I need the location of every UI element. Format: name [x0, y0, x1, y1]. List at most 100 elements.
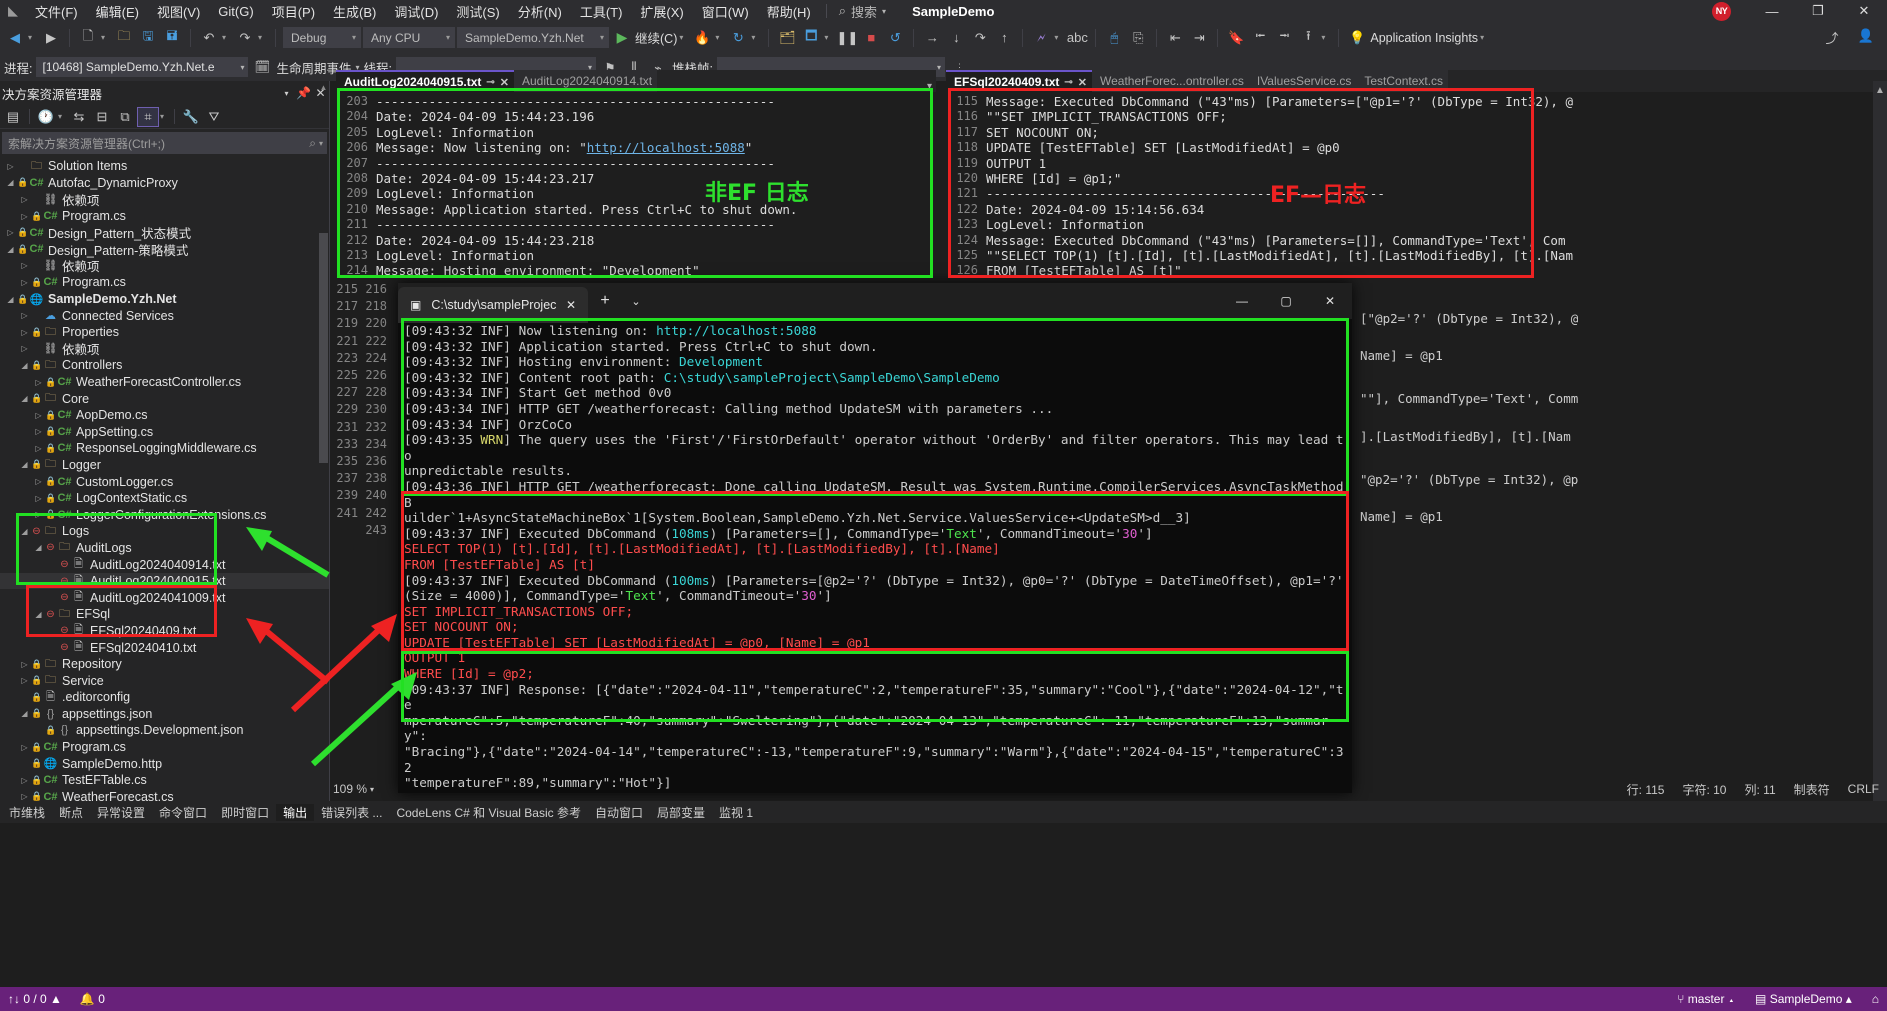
clear-bookmarks-icon[interactable]: ⭱ — [1297, 27, 1319, 49]
tree-node-[interactable]: ▷ ⛓ 依赖项 — [0, 258, 329, 274]
tree-node-service[interactable]: ▷ 🔒 🗀 Service — [0, 672, 329, 689]
tree-node-testeftable-cs[interactable]: ▷ 🔒 C# TestEFTable.cs — [0, 772, 329, 789]
menu-item-help[interactable]: 帮助(H) — [758, 0, 820, 23]
chevron-down-icon[interactable]: ▾ — [751, 33, 761, 42]
expand-arrow-icon[interactable]: ◢ — [18, 460, 31, 469]
tab-testcontext[interactable]: TestContext.cs — [1356, 70, 1449, 92]
pin-icon[interactable]: ⊸ — [1064, 77, 1072, 88]
tree-node-solution-items[interactable]: ▷ 🗀 Solution Items — [0, 158, 329, 175]
chevron-down-icon[interactable]: ▾ — [58, 112, 67, 121]
chevron-down-icon[interactable]: ▾ — [679, 33, 689, 42]
console-output[interactable]: [09:43:32 INF] Now listening on: http://… — [398, 319, 1352, 791]
close-icon[interactable]: ✕ — [566, 298, 576, 312]
tree-node-sampledemo-http[interactable]: 🔒 🌐 SampleDemo.http — [0, 755, 329, 772]
expand-arrow-icon[interactable]: ▷ — [4, 228, 17, 237]
menu-item-edit[interactable]: 编辑(E) — [87, 0, 148, 23]
show-all-files-icon[interactable]: ⧉ — [114, 107, 136, 127]
attach-process-icon[interactable]: 🗖 — [800, 27, 822, 49]
tree-node-appsettings-json[interactable]: ◢ 🔒{} appsettings.json — [0, 706, 329, 723]
tree-node-design-pattern[interactable]: ▷ 🔒 C# Design_Pattern_状态模式 — [0, 224, 329, 242]
expand-arrow-icon[interactable]: ◢ — [18, 361, 31, 370]
bottom-tab-1[interactable]: 断点 — [52, 804, 90, 821]
tree-node-auditlog2024040915-txt[interactable]: ⊖ 🗎 AuditLog2024040915.txt — [0, 572, 329, 590]
bookmark-icon[interactable]: 🔖 — [1225, 30, 1247, 46]
maximize-button[interactable]: ❐ — [1795, 3, 1841, 19]
close-icon[interactable]: ✕ — [1078, 76, 1087, 89]
comment-icon[interactable]: ⎘ — [1127, 30, 1149, 46]
expand-arrow-icon[interactable]: ▷ — [18, 776, 31, 785]
expand-arrow-icon[interactable]: ◢ — [4, 178, 17, 187]
scroll-up-arrow[interactable]: ▲ — [1873, 81, 1887, 96]
scroll-up-arrow[interactable]: ▲ — [319, 83, 328, 92]
menu-item-project[interactable]: 项目(P) — [263, 0, 324, 23]
console-tab[interactable]: ▣ C:\study\sampleProject\Sampl ✕ — [398, 287, 588, 323]
menu-item-extensions[interactable]: 扩展(X) — [631, 0, 692, 23]
navigate-forward-icon[interactable]: ▶ — [40, 30, 62, 46]
expand-arrow-icon[interactable]: ▷ — [32, 444, 45, 453]
expand-arrow-icon[interactable]: ▷ — [18, 261, 31, 270]
continue-button[interactable]: 继续(C) — [635, 28, 677, 47]
footer-issues[interactable]: ↑↓ 0 / 0 ▲ — [8, 992, 62, 1006]
chevron-down-icon[interactable]: ▾ — [278, 89, 295, 98]
restart-debug-icon[interactable]: ↺ — [884, 30, 906, 46]
expand-arrow-icon[interactable]: ▷ — [18, 278, 31, 287]
close-icon[interactable]: ✕ — [500, 76, 509, 89]
tree-node-auditlog2024041009-txt[interactable]: ⊖ 🗎 AuditLog2024041009.txt — [0, 589, 329, 606]
tab-weatherforecast-controller[interactable]: WeatherForec...ontroller.cs — [1092, 70, 1249, 92]
startup-project-dropdown[interactable]: SampleDemo.Yzh.Net ▾ — [457, 27, 609, 48]
expand-arrow-icon[interactable]: ▷ — [18, 344, 31, 353]
new-project-icon[interactable]: 🗋 — [77, 27, 99, 49]
bottom-tab-6[interactable]: 错误列表 ... — [314, 804, 389, 821]
tree-node-efsql[interactable]: ◢ ⊖ 🗀 EFSql — [0, 606, 329, 623]
chevron-down-icon[interactable]: ▾ — [28, 33, 38, 42]
tree-node-efsql20240409-txt[interactable]: ⊖ 🗎 EFSql20240409.txt — [0, 623, 329, 640]
expand-arrow-icon[interactable]: ▷ — [32, 427, 45, 436]
scrollbar-thumb[interactable] — [319, 233, 328, 463]
expand-arrow-icon[interactable]: ◢ — [18, 527, 31, 536]
new-tab-button[interactable]: + — [588, 283, 622, 319]
outdent-icon[interactable]: ⇤ — [1164, 30, 1186, 46]
tree-node-program-cs[interactable]: ▷ 🔒 C# Program.cs — [0, 274, 329, 291]
sync-with-active-doc-icon[interactable]: ⇆ — [68, 107, 90, 127]
expand-arrow-icon[interactable]: ▷ — [18, 676, 31, 685]
menu-item-build[interactable]: 生成(B) — [324, 0, 385, 23]
tree-node-efsql20240410-txt[interactable]: ⊖ 🗎 EFSql20240410.txt — [0, 639, 329, 656]
solution-search-input[interactable]: 索解决方案资源管理器(Ctrl+;) — [8, 135, 309, 152]
tree-node-program-cs[interactable]: ▷ 🔒 C# Program.cs — [0, 208, 329, 225]
account-icon[interactable]: 👤 — [1855, 28, 1877, 47]
chevron-down-icon[interactable]: ▾ — [824, 33, 834, 42]
share-icon[interactable]: ⤴ — [1821, 28, 1843, 47]
tree-node-logger[interactable]: ◢ 🔒 🗀 Logger — [0, 457, 329, 474]
menu-item-test[interactable]: 测试(S) — [447, 0, 508, 23]
step-out-icon[interactable]: ↑ — [993, 30, 1015, 45]
bottom-tab-4[interactable]: 即时窗口 — [214, 804, 276, 821]
chevron-down-icon[interactable]: ▾ — [160, 112, 169, 121]
footer-bell[interactable]: 🔔 0 — [80, 992, 105, 1006]
tree-node-connected-services[interactable]: ▷ ☁ Connected Services — [0, 307, 329, 324]
tree-node-auditlogs[interactable]: ◢ ⊖ 🗀 AuditLogs — [0, 540, 329, 557]
save-icon[interactable]: 🖫 — [137, 27, 159, 49]
menu-item-file[interactable]: 文件(F) — [26, 0, 87, 23]
tree-node-core[interactable]: ◢ 🔒 🗀 Core — [0, 390, 329, 407]
step-over-icon[interactable]: ↷ — [969, 30, 991, 46]
properties-icon[interactable]: 🔧 — [180, 107, 202, 127]
tree-node-loggerconfigurationextensions-cs[interactable]: ▷ 🔒 C# LoggerConfigurationExtensions.cs — [0, 506, 329, 523]
solution-tree[interactable]: ▷ 🗀 Solution Items ◢ 🔒 C# Autofac_DynamicProxy… — [0, 156, 329, 801]
tab-list-chevron-icon[interactable]: ▾ — [927, 81, 932, 92]
solution-scrollbar[interactable]: ▲ — [319, 83, 328, 803]
tree-node-appsetting-cs[interactable]: ▷ 🔒 C# AppSetting.cs — [0, 424, 329, 441]
indent-icon[interactable]: ⇥ — [1188, 30, 1210, 46]
open-file-icon[interactable]: 🗀 — [113, 27, 135, 49]
expand-arrow-icon[interactable]: ▷ — [18, 328, 31, 337]
platform-dropdown[interactable]: Any CPU ▾ — [363, 27, 455, 48]
solution-search-box[interactable]: 索解决方案资源管理器(Ctrl+;) ⌕ ▾ — [2, 132, 327, 154]
pin-icon[interactable]: 📌 — [295, 86, 312, 100]
tree-node-responseloggingmiddleware-cs[interactable]: ▷ 🔒 C# ResponseLoggingMiddleware.cs — [0, 440, 329, 457]
footer-feedback-icon[interactable]: ⌂ — [1872, 992, 1879, 1006]
expand-arrow-icon[interactable]: ◢ — [18, 709, 31, 718]
tree-node-logs[interactable]: ◢ ⊖ 🗀 Logs — [0, 523, 329, 540]
expand-arrow-icon[interactable]: ◢ — [32, 610, 45, 619]
expand-arrow-icon[interactable]: ◢ — [32, 543, 45, 552]
minimize-button[interactable]: — — [1749, 4, 1795, 19]
expand-arrow-icon[interactable]: ▷ — [32, 510, 45, 519]
